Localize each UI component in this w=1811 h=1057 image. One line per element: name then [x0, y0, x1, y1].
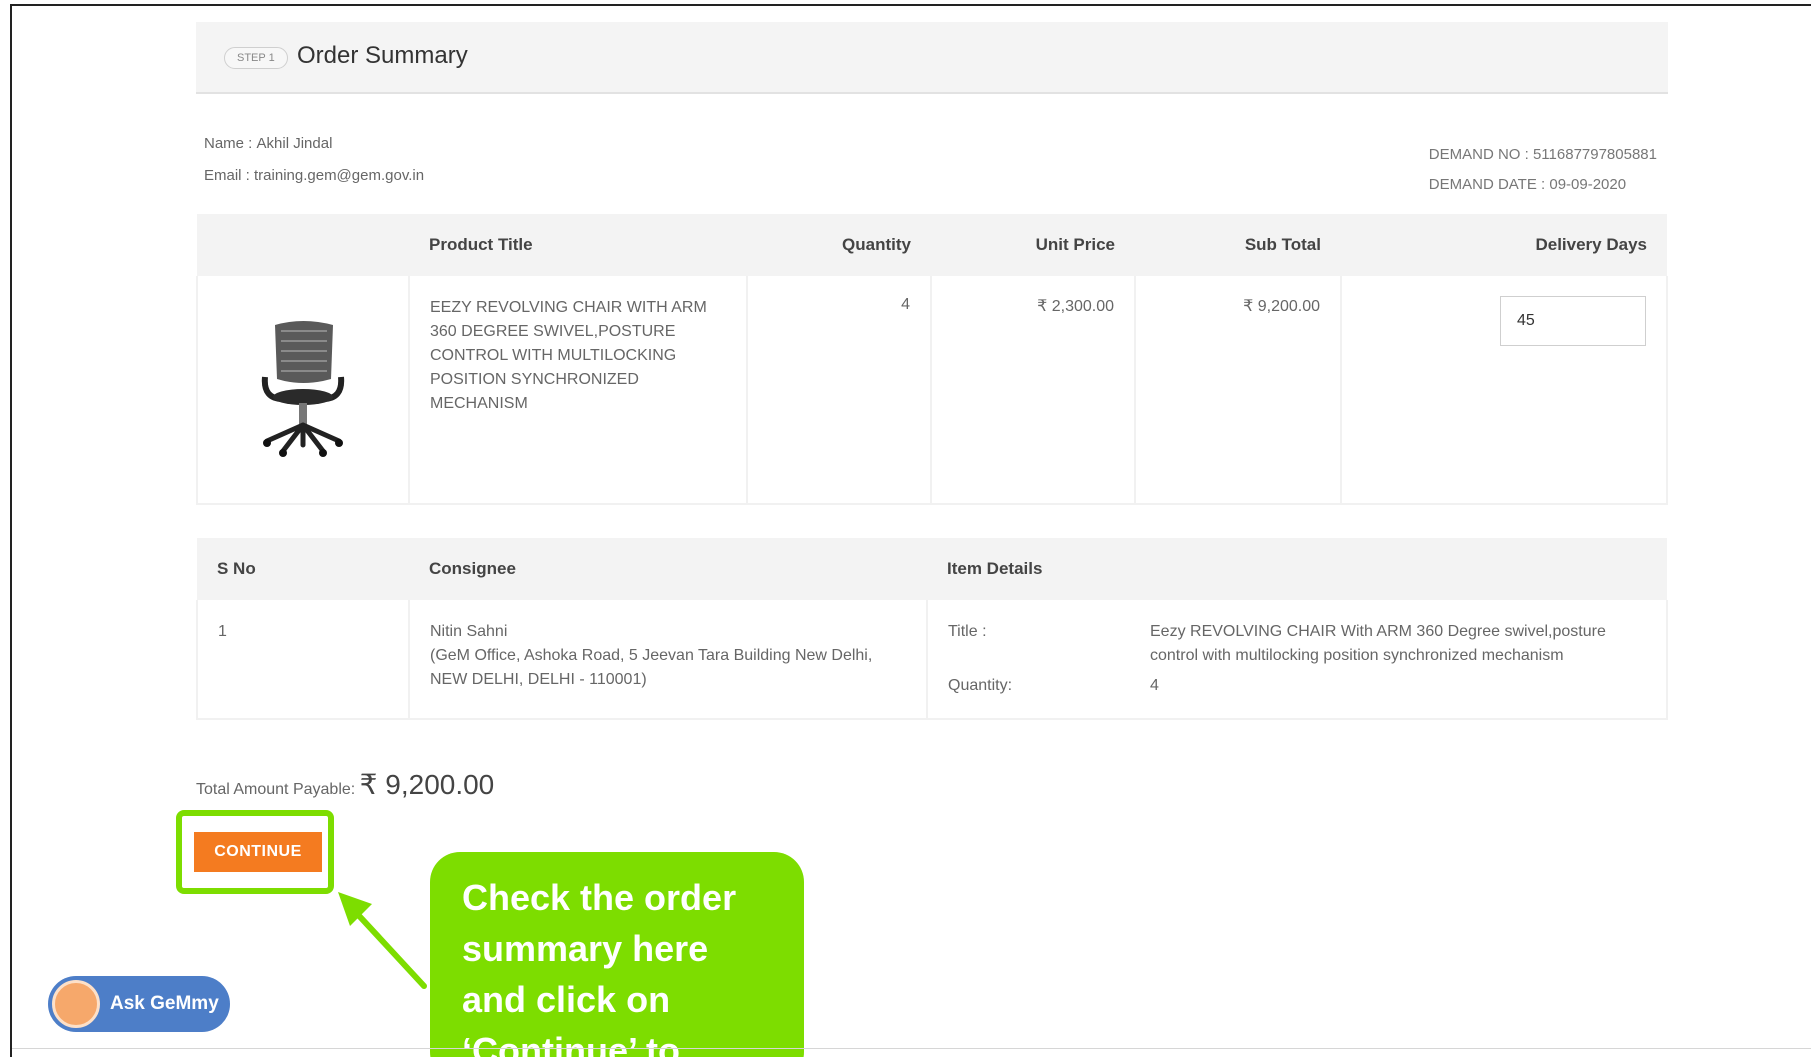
continue-button[interactable]: CONTINUE	[194, 832, 322, 872]
image-column-header	[197, 214, 409, 276]
col-quantity: Quantity	[747, 214, 931, 276]
delivery-days-cell	[1341, 276, 1668, 505]
col-product-title: Product Title	[409, 214, 747, 276]
demand-info: DEMAND NO : 511687797805881 DEMAND DATE …	[1429, 140, 1657, 200]
delivery-days-input[interactable]	[1500, 296, 1646, 346]
page-frame: STEP 1 Order Summary Name : Akhil Jindal…	[10, 4, 1811, 1057]
pointer-arrow-icon	[338, 892, 427, 989]
table-row: 1 Nitin Sahni (GeM Office, Ashoka Road, …	[196, 600, 1668, 720]
instruction-callout: Check the order summary here and click o…	[430, 852, 804, 1057]
email-label: Email :	[204, 167, 250, 184]
item-title: Eezy REVOLVING CHAIR With ARM 360 Degree…	[1150, 623, 1606, 664]
gemmy-avatar-icon	[52, 980, 100, 1028]
buyer-info: Name : Akhil Jindal Email : training.gem…	[204, 128, 424, 192]
page-title: Order Summary	[297, 42, 468, 69]
buyer-email: training.gem@gem.gov.in	[254, 167, 425, 184]
col-unit-price: Unit Price	[931, 214, 1135, 276]
item-quantity-label: Quantity:	[948, 677, 1013, 694]
product-table: Product Title Quantity Unit Price Sub To…	[196, 214, 1668, 505]
consignee-address: (GeM Office, Ashoka Road, 5 Jeevan Tara …	[430, 647, 873, 688]
consignee-sno: 1	[196, 600, 410, 720]
demand-date-label: DEMAND DATE :	[1428, 176, 1546, 193]
product-quantity: 4	[747, 276, 932, 505]
ask-gemmy-button[interactable]: Ask GeMmy	[48, 976, 230, 1032]
demand-no-label: DEMAND NO :	[1428, 146, 1529, 163]
col-sub-total: Sub Total	[1135, 214, 1341, 276]
office-chair-icon	[261, 321, 345, 457]
total-value: ₹ 9,200.00	[359, 769, 495, 800]
item-title-label: Title :	[948, 623, 987, 640]
consignee-name: Nitin Sahni	[430, 623, 508, 640]
item-quantity: 4	[1150, 677, 1159, 694]
total-label: Total Amount Payable:	[196, 781, 356, 798]
product-sub-total: ₹ 9,200.00	[1135, 276, 1342, 505]
col-consignee: Consignee	[409, 538, 927, 600]
demand-no: 511687797805881	[1532, 146, 1657, 163]
demand-date: 09-09-2020	[1549, 176, 1627, 193]
ask-gemmy-label: Ask GeMmy	[110, 993, 219, 1014]
product-unit-price: ₹ 2,300.00	[931, 276, 1136, 505]
name-label: Name :	[204, 135, 253, 152]
col-sno: S No	[197, 538, 409, 600]
consignee-cell: Nitin Sahni (GeM Office, Ashoka Road, 5 …	[409, 600, 928, 720]
step-badge: STEP 1	[224, 47, 288, 69]
table-row: EEZY REVOLVING CHAIR WITH ARM 360 DEGREE…	[196, 276, 1668, 505]
buyer-name: Akhil Jindal	[256, 135, 333, 152]
total-amount: Total Amount Payable: ₹ 9,200.00	[196, 768, 494, 801]
step-header: STEP 1 Order Summary	[196, 22, 1668, 94]
col-delivery-days: Delivery Days	[1341, 214, 1667, 276]
consignee-table: S No Consignee Item Details 1 Nitin Sahn…	[196, 538, 1668, 720]
product-image-cell	[196, 276, 410, 505]
item-details-cell: Title : Eezy REVOLVING CHAIR With ARM 36…	[927, 600, 1668, 720]
product-title: EEZY REVOLVING CHAIR WITH ARM 360 DEGREE…	[409, 276, 748, 505]
footer-divider	[12, 1048, 1811, 1049]
col-item-details: Item Details	[927, 538, 1667, 600]
